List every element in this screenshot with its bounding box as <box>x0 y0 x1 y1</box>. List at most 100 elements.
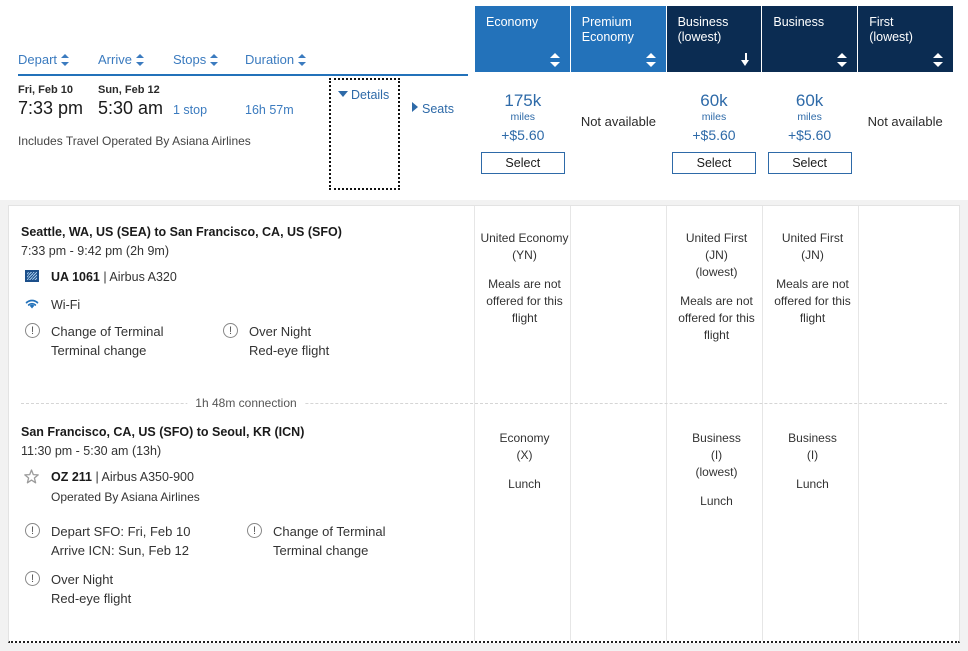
segment-route: San Francisco, CA, US (SFO) to Seoul, KR… <box>21 425 305 439</box>
aircraft-type: Airbus A350-900 <box>101 470 194 484</box>
sort-arrive-button[interactable]: Arrive <box>98 52 145 67</box>
flight-number: UA 1061 <box>51 270 100 284</box>
fare-class-code: (X) <box>516 448 533 462</box>
segment-2-fare-business-lowest: Business (I) (lowest) Lunch <box>669 430 764 510</box>
sort-stops-label: Stops <box>173 52 207 67</box>
meal-info: Lunch <box>700 494 733 508</box>
meal-info: Meals are not offered for this flight <box>678 294 755 342</box>
alert-icon: ! <box>25 571 40 586</box>
sort-arrive-label: Arrive <box>98 52 132 67</box>
column-divider <box>666 206 667 641</box>
details-toggle-cell[interactable]: Details <box>329 78 400 190</box>
segment-1-fare-business: United First (JN) Meals are not offered … <box>765 230 860 327</box>
not-available-label: Not available <box>867 114 943 129</box>
sort-icon <box>61 54 70 66</box>
sort-duration-button[interactable]: Duration <box>245 52 307 67</box>
note-overnight: ! Over Night Red-eye flight <box>219 322 449 360</box>
fare-tab-label-2: (lowest) <box>677 30 722 44</box>
fare-class-code: (YN) <box>512 248 537 262</box>
fare-class-name: United Economy <box>480 231 569 245</box>
details-toggle-button[interactable]: Details <box>338 88 389 102</box>
operated-by-note: Includes Travel Operated By Asiana Airli… <box>18 134 251 148</box>
sort-toggle-icon[interactable] <box>932 53 943 67</box>
segment-amenity-row: Wi-Fi <box>21 296 471 314</box>
not-available-label: Not available <box>580 114 656 129</box>
price-unit: miles <box>510 111 536 123</box>
meal-info: Lunch <box>508 477 541 491</box>
stops-value[interactable]: 1 stop <box>173 103 207 117</box>
chevron-down-icon <box>338 91 348 97</box>
select-button[interactable]: Select <box>671 152 756 174</box>
connection-divider: 1h 48m connection <box>21 396 471 410</box>
sort-toggle-icon[interactable] <box>549 53 560 67</box>
fare-class-name: United First <box>685 231 748 245</box>
segment-2-fare-business: Business (I) Lunch <box>765 430 860 493</box>
sort-icon <box>135 54 145 66</box>
sort-icon <box>210 54 219 66</box>
united-airlines-logo-icon <box>25 270 39 282</box>
wifi-glyph <box>25 299 39 309</box>
note-overnight: ! Over Night Red-eye flight <box>21 570 251 608</box>
fare-tab-premium-economy[interactable]: Premium Economy <box>570 6 666 72</box>
flight-details-panel: Seattle, WA, US (SEA) to San Francisco, … <box>8 205 960 643</box>
sort-bar: Depart Arrive Stops Duration <box>18 52 468 74</box>
sort-icon <box>298 54 307 66</box>
duration-value: 16h 57m <box>245 103 294 117</box>
fare-class-code: (JN) <box>705 248 728 262</box>
fare-class-name: Economy <box>499 431 550 445</box>
sort-descending-icon[interactable] <box>741 53 751 67</box>
meal-info: Meals are not offered for this flight <box>486 277 563 325</box>
sort-toggle-icon[interactable] <box>837 53 848 67</box>
flight-number: OZ 211 <box>51 470 92 484</box>
details-label: Details <box>351 88 390 102</box>
fare-tab-economy[interactable]: Economy <box>475 6 570 72</box>
segment-route: Seattle, WA, US (SEA) to San Francisco, … <box>21 225 342 239</box>
alert-icon: ! <box>223 323 238 338</box>
sort-duration-label: Duration <box>245 52 295 67</box>
segment-flight-line: OZ 211 | Airbus A350-900 <box>21 468 471 486</box>
segment-2-info: San Francisco, CA, US (SFO) to Seoul, KR… <box>21 424 471 606</box>
fare-tab-business[interactable]: Business <box>762 6 858 72</box>
note-depart-arrive-dates: ! Depart SFO: Fri, Feb 10 Arrive ICN: Su… <box>21 522 251 560</box>
price-tax: +$5.60 <box>787 127 832 143</box>
segment-1-info: Seattle, WA, US (SEA) to San Francisco, … <box>21 224 471 358</box>
fare-class-qualifier: (lowest) <box>695 265 738 279</box>
fare-tab-label: Business <box>773 15 825 29</box>
separator: | <box>103 270 107 284</box>
segment-1-fare-economy: United Economy (YN) Meals are not offere… <box>477 230 572 327</box>
select-button[interactable]: Select <box>767 152 852 174</box>
price-miles: 60k <box>795 91 824 110</box>
price-miles: 60k <box>700 91 728 110</box>
arrive-date: Sun, Feb 12 <box>98 84 160 96</box>
fare-tab-label: First <box>869 15 894 29</box>
depart-date: Fri, Feb 10 <box>18 84 74 96</box>
price-miles: 175k <box>504 91 542 110</box>
depart-cell: Fri, Feb 10 7:33 pm <box>18 84 83 119</box>
separator: | <box>95 470 99 484</box>
seats-label: Seats <box>422 102 454 116</box>
price-unit: miles <box>797 111 822 123</box>
meal-info: Lunch <box>796 477 829 491</box>
fare-class-header: Economy Premium Economy Business (lowest… <box>475 6 953 72</box>
fare-tab-first-lowest[interactable]: First (lowest) <box>858 6 953 72</box>
sort-toggle-icon[interactable] <box>645 53 656 67</box>
sort-depart-label: Depart <box>18 52 58 67</box>
note-title: Change of Terminal <box>51 324 164 339</box>
segment-times: 11:30 pm - 5:30 am (13h) <box>21 444 162 458</box>
operated-by-label: Operated By Asiana Airlines <box>51 490 200 504</box>
sort-depart-button[interactable]: Depart <box>18 52 70 67</box>
fare-tab-label: Business <box>677 15 729 29</box>
fare-cell-first-lowest: Not available <box>857 82 953 192</box>
select-button[interactable]: Select <box>480 152 565 174</box>
fare-tab-business-lowest[interactable]: Business (lowest) <box>666 6 762 72</box>
seats-toggle-button[interactable]: Seats <box>412 102 454 116</box>
note-detail: Terminal change <box>273 543 369 558</box>
arrive-cell: Sun, Feb 12 5:30 am <box>98 84 163 119</box>
alert-icon: ! <box>25 323 40 338</box>
note-detail: Red-eye flight <box>249 343 330 358</box>
sort-bar-rule <box>18 74 468 76</box>
alert-icon: ! <box>247 523 262 538</box>
sort-stops-button[interactable]: Stops <box>173 52 219 67</box>
fare-class-name: Business <box>788 431 837 445</box>
fare-cell-economy: 175k miles +$5.60 Select <box>475 82 571 192</box>
